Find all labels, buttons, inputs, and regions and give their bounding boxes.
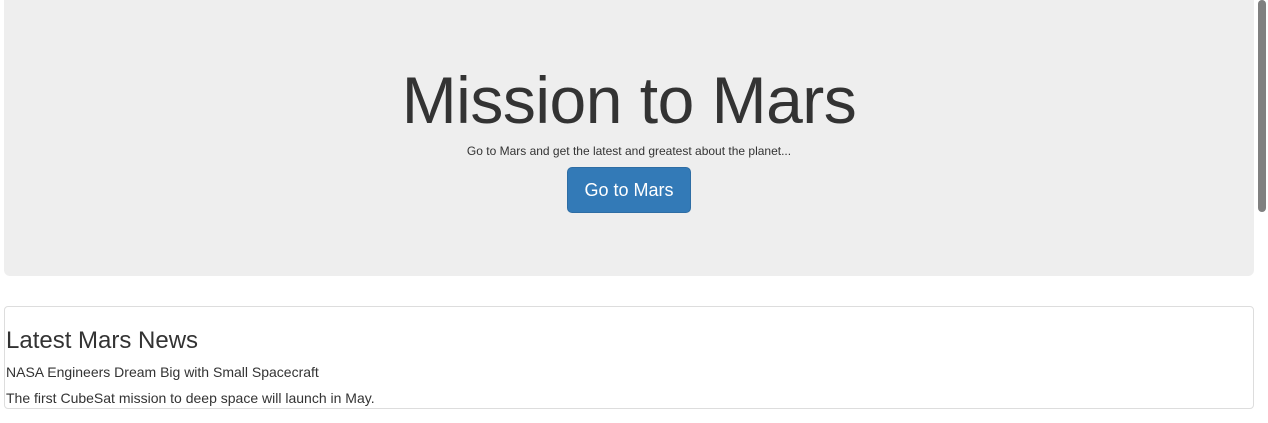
page-subtitle: Go to Mars and get the latest and greate… <box>466 144 792 158</box>
vertical-scrollbar[interactable] <box>1256 0 1268 423</box>
page-title: Mission to Mars <box>401 63 857 137</box>
go-to-mars-button[interactable]: Go to Mars <box>567 167 691 213</box>
news-paragraph: The first CubeSat mission to deep space … <box>6 390 375 406</box>
scrollbar-thumb[interactable] <box>1258 0 1266 212</box>
news-panel: Latest Mars News NASA Engineers Dream Bi… <box>4 306 1254 409</box>
news-title: NASA Engineers Dream Big with Small Spac… <box>6 364 319 380</box>
news-heading: Latest Mars News <box>6 327 199 354</box>
jumbotron: Mission to Mars Go to Mars and get the l… <box>4 0 1254 276</box>
